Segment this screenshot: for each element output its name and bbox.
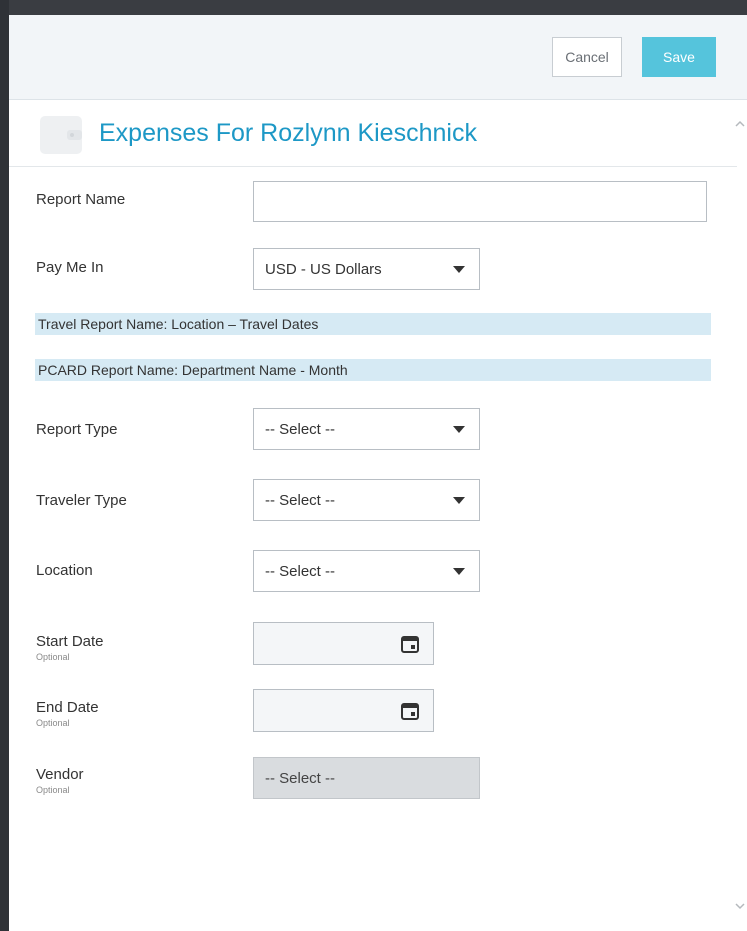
traveler-type-select-value: -- Select -- <box>265 491 336 509</box>
calendar-icon[interactable] <box>400 634 420 654</box>
app-window: Cancel Save Expenses For Rozlynn Kieschn… <box>0 0 747 931</box>
scroll-up-icon[interactable] <box>734 118 746 130</box>
title-bar: Expenses For Rozlynn Kieschnick <box>9 100 737 167</box>
scroll-down-icon[interactable] <box>734 900 746 912</box>
caret-down-icon <box>453 497 465 504</box>
travel-report-hint: Travel Report Name: Location – Travel Da… <box>35 313 711 335</box>
end-date-input[interactable] <box>253 689 434 732</box>
report-type-select[interactable]: -- Select -- <box>253 408 480 450</box>
calendar-icon[interactable] <box>400 701 420 721</box>
vendor-select-value: -- Select -- <box>265 769 336 787</box>
pcard-report-hint: PCARD Report Name: Department Name - Mon… <box>35 359 711 381</box>
caret-down-icon <box>453 426 465 433</box>
left-edge <box>0 0 9 931</box>
top-strip <box>0 0 747 15</box>
currency-select[interactable]: USD - US Dollars <box>253 248 480 290</box>
page-title: Expenses For Rozlynn Kieschnick <box>99 119 477 147</box>
save-button[interactable]: Save <box>642 37 716 77</box>
start-date-input[interactable] <box>253 622 434 665</box>
form-panel: Expenses For Rozlynn Kieschnick Report N… <box>9 100 747 931</box>
report-type-select-value: -- Select -- <box>265 420 336 438</box>
report-name-label: Report Name <box>36 191 126 208</box>
currency-select-value: USD - US Dollars <box>265 260 382 278</box>
vendor-optional: Optional <box>36 785 70 795</box>
caret-down-icon <box>453 568 465 575</box>
pay-me-in-label: Pay Me In <box>36 259 104 276</box>
caret-down-icon <box>453 266 465 273</box>
traveler-type-label: Traveler Type <box>36 492 127 509</box>
location-label: Location <box>36 562 93 579</box>
report-type-label: Report Type <box>36 421 118 438</box>
cancel-button[interactable]: Cancel <box>552 37 622 77</box>
start-date-label: Start Date <box>36 633 104 650</box>
traveler-type-select[interactable]: -- Select -- <box>253 479 480 521</box>
start-date-optional: Optional <box>36 652 70 662</box>
end-date-optional: Optional <box>36 718 70 728</box>
location-select[interactable]: -- Select -- <box>253 550 480 592</box>
report-name-input[interactable] <box>253 181 707 222</box>
vendor-label: Vendor <box>36 766 84 783</box>
end-date-label: End Date <box>36 699 99 716</box>
vendor-select: -- Select -- <box>253 757 480 799</box>
wallet-icon <box>40 116 82 154</box>
location-select-value: -- Select -- <box>265 562 336 580</box>
header-bar: Cancel Save <box>9 15 747 100</box>
